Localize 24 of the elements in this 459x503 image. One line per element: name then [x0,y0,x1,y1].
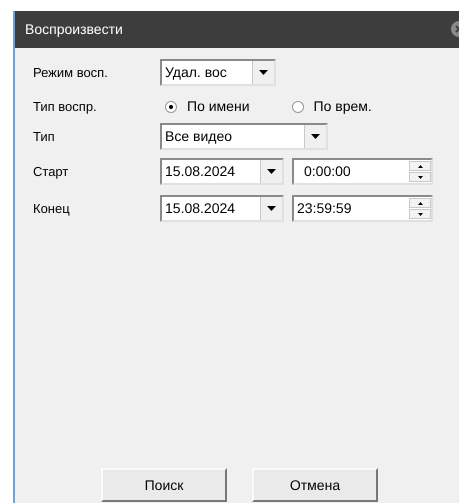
spin-down-icon[interactable] [409,172,431,182]
caret-icon [259,70,268,75]
caret-icon [311,134,320,139]
spin-up-icon[interactable] [409,198,431,208]
field-label: Тип [33,128,56,146]
caret-icon [267,206,276,211]
radio-option[interactable]: По имени [165,96,250,117]
time-field[interactable]: 23:59:59 [292,195,433,222]
dialog-button[interactable]: Отмена [252,468,378,502]
dialog-button[interactable]: Поиск [101,468,227,502]
field-label: Старт [33,162,70,181]
spin-up-icon[interactable] [409,161,431,171]
dropdown-field[interactable]: Все видео [160,123,328,150]
field-label: Режим восп. [33,64,109,82]
field-label: Конец [33,200,71,218]
field-label: Тип воспр. [33,98,98,116]
dropdown-field[interactable]: Удал. вос [160,59,276,86]
date-field[interactable]: 15.08.2024 [160,158,284,185]
window-title: Воспроизвести [25,20,123,39]
spin-down-icon[interactable] [409,209,431,219]
time-field[interactable]: 0:00:00 [292,158,433,185]
date-field[interactable]: 15.08.2024 [160,195,284,222]
caret-icon [267,169,276,174]
radio-option[interactable]: По врем. [292,96,372,117]
